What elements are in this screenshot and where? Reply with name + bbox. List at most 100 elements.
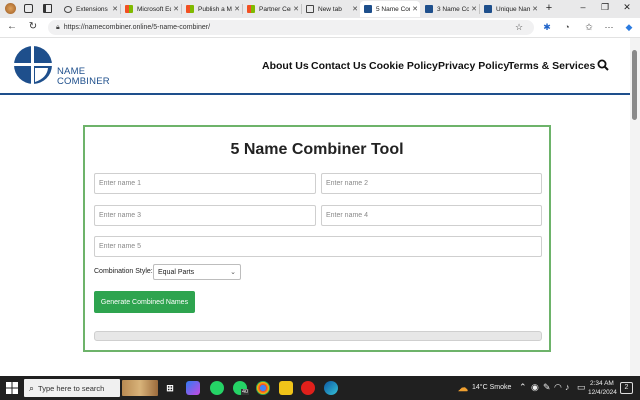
name2-input[interactable]: Enter name 2 xyxy=(321,173,542,194)
address-bar[interactable]: 🔒︎ https://namecombiner.online/5-name-co… xyxy=(48,20,534,35)
close-icon[interactable]: ✕ xyxy=(291,5,301,13)
notification-badge[interactable]: 2 xyxy=(620,382,633,394)
chrome-icon[interactable] xyxy=(256,381,270,395)
close-icon[interactable]: ✕ xyxy=(110,5,120,13)
tab-publish[interactable]: Publish a M ✕ xyxy=(182,1,242,17)
network-icon[interactable]: ◉ xyxy=(531,382,539,393)
name1-input[interactable]: Enter name 1 xyxy=(94,173,316,194)
newtab-icon xyxy=(306,5,314,13)
wifi-icon[interactable]: ◠ xyxy=(554,382,562,393)
search-icon xyxy=(64,5,72,13)
close-icon[interactable]: ✕ xyxy=(232,5,242,13)
close-icon[interactable]: ✕ xyxy=(410,5,420,13)
weather-text[interactable]: 14°C Smoke xyxy=(472,384,511,391)
extensions-puzzle-icon[interactable]: ✱ xyxy=(540,22,554,33)
tab-partner-center[interactable]: Partner Cent ✕ xyxy=(243,1,301,17)
chevron-down-icon: ⌄ xyxy=(230,269,236,276)
generate-combined-names-button[interactable]: Generate Combined Names xyxy=(94,291,195,313)
url-text: https://namecombiner.online/5-name-combi… xyxy=(63,24,211,31)
minimize-button[interactable]: – xyxy=(576,2,590,12)
logo-text-combiner: COMBINER xyxy=(57,76,110,87)
name5-input[interactable]: Enter name 5 xyxy=(94,236,542,257)
tab-label: Unique Nam xyxy=(496,5,530,13)
tab-label: 5 Name Com xyxy=(376,5,410,13)
tab-unique-name[interactable]: Unique Nam ✕ xyxy=(480,1,540,17)
nav-about-us[interactable]: About Us xyxy=(262,60,309,72)
shield-icon[interactable]: ◔ xyxy=(560,22,574,32)
edge-icon[interactable] xyxy=(324,381,338,395)
battery-icon[interactable]: ▭ xyxy=(577,382,586,393)
workspaces-icon[interactable] xyxy=(24,4,33,13)
nav-privacy-policy[interactable]: Privacy Policy xyxy=(438,60,509,72)
site-header: NAME COMBINER About Us Contact Us Cookie… xyxy=(0,38,630,95)
tab-3-name-combiner[interactable]: 3 Name Coi ✕ xyxy=(421,1,479,17)
close-icon[interactable]: ✕ xyxy=(469,5,479,13)
maximize-button[interactable]: ❐ xyxy=(598,2,612,13)
nc-site-icon xyxy=(425,5,433,13)
taskbar-search-placeholder: Type here to search xyxy=(38,383,105,393)
tab-label: Publish a M xyxy=(198,5,232,13)
microsoft-icon xyxy=(186,5,194,13)
tool-title: 5 Name Combiner Tool xyxy=(230,141,404,158)
task-view-icon[interactable]: ⊞ xyxy=(163,381,177,395)
tab-5-name-combiner[interactable]: 5 Name Com ✕ xyxy=(360,1,420,17)
close-icon[interactable]: ✕ xyxy=(171,5,181,13)
taskbar-search-box[interactable]: ⌕ Type here to search xyxy=(24,379,120,397)
refresh-icon[interactable]: ↻ xyxy=(26,21,40,32)
weather-icon[interactable]: ☁ xyxy=(456,381,470,395)
whatsapp-badge: 40 xyxy=(241,389,250,395)
search-icon: ⌕ xyxy=(29,382,35,393)
nav-terms-services[interactable]: Terms & Services xyxy=(508,60,595,72)
combination-style-select[interactable]: Equal Parts ⌄ xyxy=(153,264,241,280)
main-content: 5 Name Combiner Tool Enter name 1 Enter … xyxy=(0,97,630,376)
copilot-icon[interactable]: ◆ xyxy=(622,22,636,33)
combination-style-value: Equal Parts xyxy=(158,268,195,276)
nc-site-icon xyxy=(364,5,372,13)
whatsapp-icon[interactable] xyxy=(210,381,224,395)
tab-label: Microsoft Ed xyxy=(137,5,171,13)
chevron-up-icon[interactable]: ⌃ xyxy=(519,382,527,393)
copilot-taskbar-icon[interactable] xyxy=(186,381,200,395)
close-icon[interactable]: ✕ xyxy=(350,5,360,13)
tab-label: New tab xyxy=(318,5,342,13)
clock-time[interactable]: 2:34 AM xyxy=(590,380,614,387)
search-icon[interactable] xyxy=(597,59,609,71)
search-highlight-image[interactable] xyxy=(122,380,158,396)
name-combiner-logo-icon[interactable] xyxy=(14,44,54,86)
combination-style-label: Combination Style: xyxy=(94,268,153,275)
tab-label: 3 Name Coi xyxy=(437,5,469,13)
tab-microsoft-edge[interactable]: Microsoft Ed ✕ xyxy=(121,1,181,17)
nav-contact-us[interactable]: Contact Us xyxy=(311,60,366,72)
file-explorer-icon[interactable] xyxy=(279,381,293,395)
name3-input[interactable]: Enter name 3 xyxy=(94,205,316,226)
close-icon[interactable]: ✕ xyxy=(530,5,540,13)
scrollbar-thumb[interactable] xyxy=(632,50,637,120)
windows-start-icon[interactable] xyxy=(6,382,18,394)
clock-date[interactable]: 12/4/2024 xyxy=(588,389,617,396)
results-area xyxy=(94,331,542,341)
nav-cookie-policy[interactable]: Cookie Policy xyxy=(369,60,438,72)
tab-extensions[interactable]: Extensions ✕ xyxy=(60,1,120,17)
favorite-star-icon[interactable]: ☆ xyxy=(512,22,526,33)
opera-icon[interactable] xyxy=(301,381,315,395)
microsoft-icon xyxy=(247,5,255,13)
more-menu-icon[interactable]: ⋯ xyxy=(602,22,616,33)
back-arrow-icon[interactable]: ← xyxy=(5,21,19,32)
address-bar-row: ← ↻ 🔒︎ https://namecombiner.online/5-nam… xyxy=(0,18,640,38)
tab-label: Extensions xyxy=(76,5,108,13)
name-combiner-tool-card: 5 Name Combiner Tool Enter name 1 Enter … xyxy=(83,125,551,352)
nc-site-icon xyxy=(484,5,492,13)
favorites-icon[interactable]: ✩ xyxy=(582,22,596,33)
profile-avatar[interactable] xyxy=(5,3,16,14)
volume-icon[interactable]: ♪ xyxy=(565,382,570,392)
windows-taskbar: ⌕ Type here to search ⊞ 40 ☁ 14°C Smoke … xyxy=(0,376,640,400)
browser-tab-bar: Extensions ✕ Microsoft Ed ✕ Publish a M … xyxy=(0,0,640,18)
name4-input[interactable]: Enter name 4 xyxy=(321,205,542,226)
pen-icon[interactable]: ✎ xyxy=(543,382,551,393)
lock-icon: 🔒︎ xyxy=(56,23,60,31)
tab-actions-icon[interactable] xyxy=(43,4,52,13)
tab-label: Partner Cent xyxy=(259,5,291,13)
window-close-button[interactable]: ✕ xyxy=(620,2,634,13)
tab-new-tab[interactable]: New tab ✕ xyxy=(302,1,360,17)
new-tab-button[interactable]: + xyxy=(542,2,556,14)
